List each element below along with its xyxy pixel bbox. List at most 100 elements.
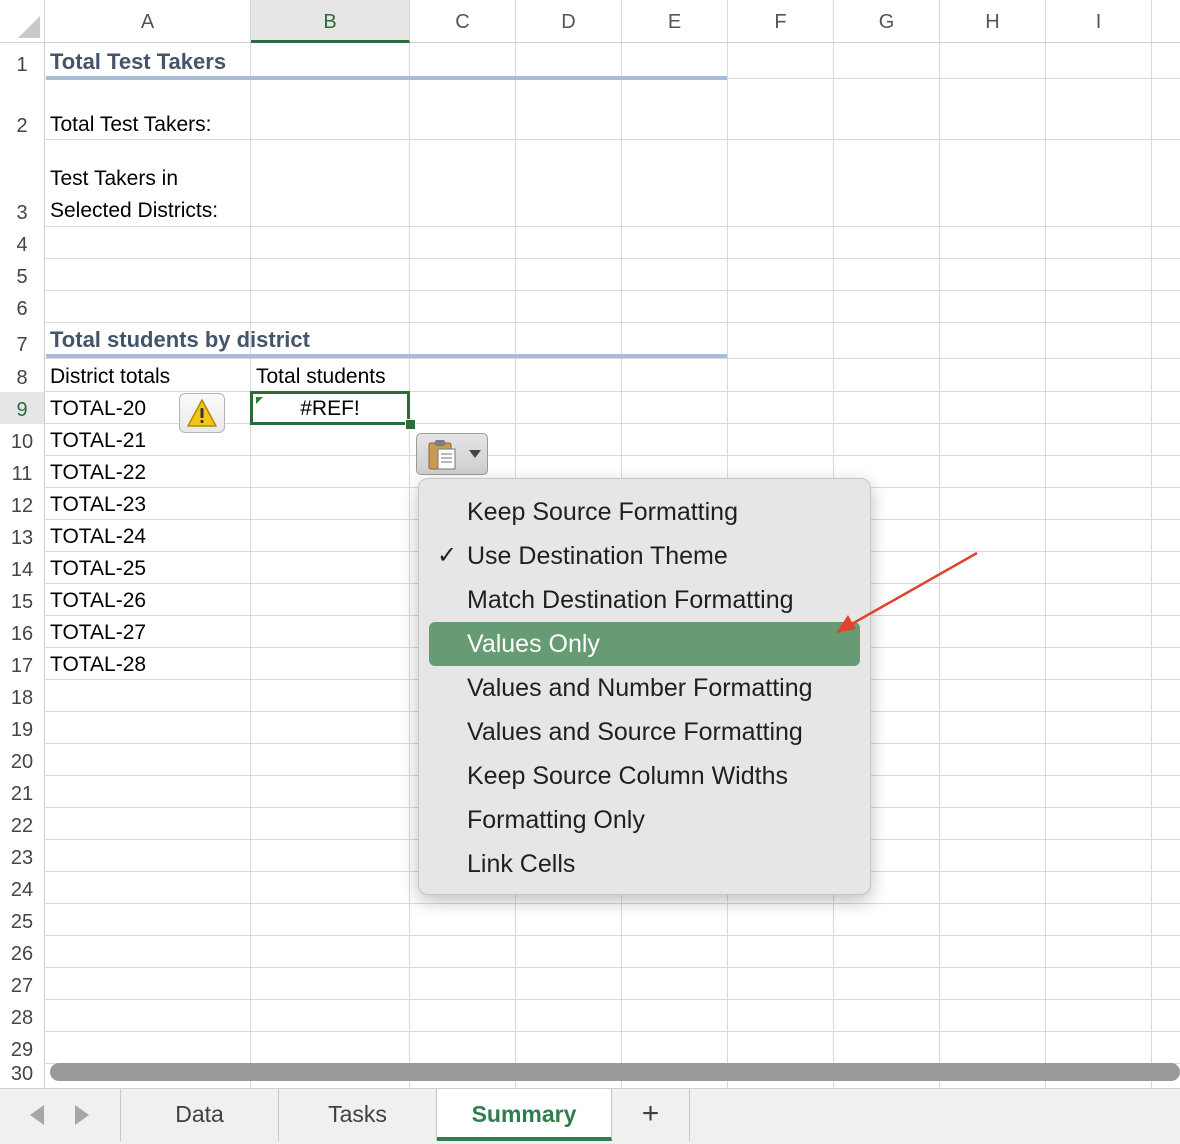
column-header-e[interactable]: E (622, 0, 728, 43)
menu-item-values-and-number-formatting[interactable]: Values and Number Formatting (429, 666, 860, 710)
menu-item-formatting-only[interactable]: Formatting Only (429, 798, 860, 842)
cell-a16[interactable]: TOTAL-27 (50, 621, 146, 645)
row-header-22[interactable]: 22 (0, 808, 45, 840)
cell-a15[interactable]: TOTAL-26 (50, 589, 146, 613)
menu-item-match-destination-formatting[interactable]: Match Destination Formatting (429, 578, 860, 622)
row-header-26[interactable]: 26 (0, 936, 45, 968)
cell-a7-title[interactable]: Total students by district (50, 328, 310, 352)
cell-a1-title[interactable]: Total Test Takers (50, 50, 226, 74)
gridline-vertical (1045, 43, 1046, 1088)
row-header-25[interactable]: 25 (0, 904, 45, 936)
select-all-triangle (18, 16, 40, 38)
previous-sheet-arrow-icon[interactable] (30, 1105, 44, 1125)
cell-a17[interactable]: TOTAL-28 (50, 653, 146, 677)
menu-item-link-cells[interactable]: Link Cells (429, 842, 860, 886)
sheet-tab-data[interactable]: Data (121, 1089, 279, 1141)
row-header-3[interactable]: 3 (0, 140, 45, 227)
row-header-10[interactable]: 10 (0, 424, 45, 456)
row-header-11[interactable]: 11 (0, 456, 45, 488)
cell-a3-line1[interactable]: Test Takers in (50, 167, 178, 191)
column-header-partial[interactable] (1152, 0, 1180, 43)
row-header-7[interactable]: 7 (0, 323, 45, 359)
gridline-horizontal (45, 391, 1180, 392)
row-header-29[interactable]: 29 (0, 1032, 45, 1064)
title-underline (46, 76, 727, 80)
error-warning-button[interactable] (179, 393, 225, 433)
row-header-5[interactable]: 5 (0, 259, 45, 291)
column-header-a[interactable]: A (45, 0, 251, 43)
paste-options-menu: Keep Source Formatting ✓ Use Destination… (418, 478, 871, 895)
row-header-27[interactable]: 27 (0, 968, 45, 1000)
cell-a3-line2[interactable]: Selected Districts: (50, 199, 218, 223)
row-header-30[interactable]: 30 (0, 1063, 45, 1088)
cell-a10[interactable]: TOTAL-21 (50, 429, 146, 453)
row-header-24[interactable]: 24 (0, 872, 45, 904)
row-header-21[interactable]: 21 (0, 776, 45, 808)
cell-a8[interactable]: District totals (50, 365, 170, 389)
gridline-horizontal (45, 290, 1180, 291)
cell-a12[interactable]: TOTAL-23 (50, 493, 146, 517)
menu-item-label: Keep Source Formatting (467, 498, 738, 526)
row-header-1[interactable]: 1 (0, 43, 45, 79)
menu-item-values-only[interactable]: Values Only (429, 622, 860, 666)
row-header-15[interactable]: 15 (0, 584, 45, 616)
cell-b9-value: #REF! (300, 397, 360, 420)
active-cell-b9[interactable]: #REF! (250, 391, 410, 425)
row-header-28[interactable]: 28 (0, 1000, 45, 1032)
gridline-horizontal (45, 358, 1180, 359)
fill-handle[interactable] (405, 419, 416, 430)
column-header-f[interactable]: F (728, 0, 834, 43)
column-header-h[interactable]: H (940, 0, 1046, 43)
horizontal-scrollbar[interactable] (50, 1063, 1180, 1081)
row-header-20[interactable]: 20 (0, 744, 45, 776)
cell-a13[interactable]: TOTAL-24 (50, 525, 146, 549)
next-sheet-arrow-icon[interactable] (75, 1105, 89, 1125)
cell-b8[interactable]: Total students (256, 365, 386, 389)
menu-item-use-destination-theme[interactable]: ✓ Use Destination Theme (429, 534, 860, 578)
cell-a11[interactable]: TOTAL-22 (50, 461, 146, 485)
row-header-6[interactable]: 6 (0, 291, 45, 323)
clipboard-icon (428, 440, 456, 470)
row-header-8[interactable]: 8 (0, 359, 45, 392)
select-all-corner[interactable] (0, 0, 45, 43)
row-header-13[interactable]: 13 (0, 520, 45, 552)
column-header-c[interactable]: C (410, 0, 516, 43)
menu-item-keep-source-formatting[interactable]: Keep Source Formatting (429, 490, 860, 534)
row-header-23[interactable]: 23 (0, 840, 45, 872)
row-header-12[interactable]: 12 (0, 488, 45, 520)
menu-item-label: Link Cells (467, 850, 576, 878)
sheet-tab-tasks[interactable]: Tasks (279, 1089, 437, 1141)
row-header-4[interactable]: 4 (0, 227, 45, 259)
gridline-horizontal (45, 967, 1180, 968)
checkmark-icon: ✓ (437, 542, 458, 569)
sheet-tab-summary[interactable]: Summary (437, 1089, 612, 1141)
menu-item-label: Values and Number Formatting (467, 674, 813, 702)
menu-item-keep-source-column-widths[interactable]: Keep Source Column Widths (429, 754, 860, 798)
menu-item-label: Values Only (467, 630, 600, 658)
title-underline (46, 354, 727, 358)
error-indicator-triangle (256, 397, 263, 404)
row-header-19[interactable]: 19 (0, 712, 45, 744)
gridline-horizontal (45, 322, 1180, 323)
menu-item-values-and-source-formatting[interactable]: Values and Source Formatting (429, 710, 860, 754)
add-sheet-button[interactable]: + (612, 1089, 690, 1141)
gridline-horizontal (45, 999, 1180, 1000)
row-header-9[interactable]: 9 (0, 392, 45, 424)
column-header-g[interactable]: G (834, 0, 940, 43)
row-header-14[interactable]: 14 (0, 552, 45, 584)
cell-a9[interactable]: TOTAL-20 (50, 397, 146, 421)
row-header-18[interactable]: 18 (0, 680, 45, 712)
row-header-16[interactable]: 16 (0, 616, 45, 648)
cell-a14[interactable]: TOTAL-25 (50, 557, 146, 581)
row-header-17[interactable]: 17 (0, 648, 45, 680)
paste-options-button[interactable] (416, 433, 488, 475)
gridline-vertical (939, 43, 940, 1088)
cell-a2[interactable]: Total Test Takers: (50, 113, 211, 137)
column-header-i[interactable]: I (1046, 0, 1152, 43)
menu-item-label: Formatting Only (467, 806, 645, 834)
menu-item-label: Match Destination Formatting (467, 586, 794, 614)
column-header-d[interactable]: D (516, 0, 622, 43)
gridline-horizontal (45, 258, 1180, 259)
column-header-b[interactable]: B (251, 0, 410, 43)
row-header-2[interactable]: 2 (0, 79, 45, 140)
